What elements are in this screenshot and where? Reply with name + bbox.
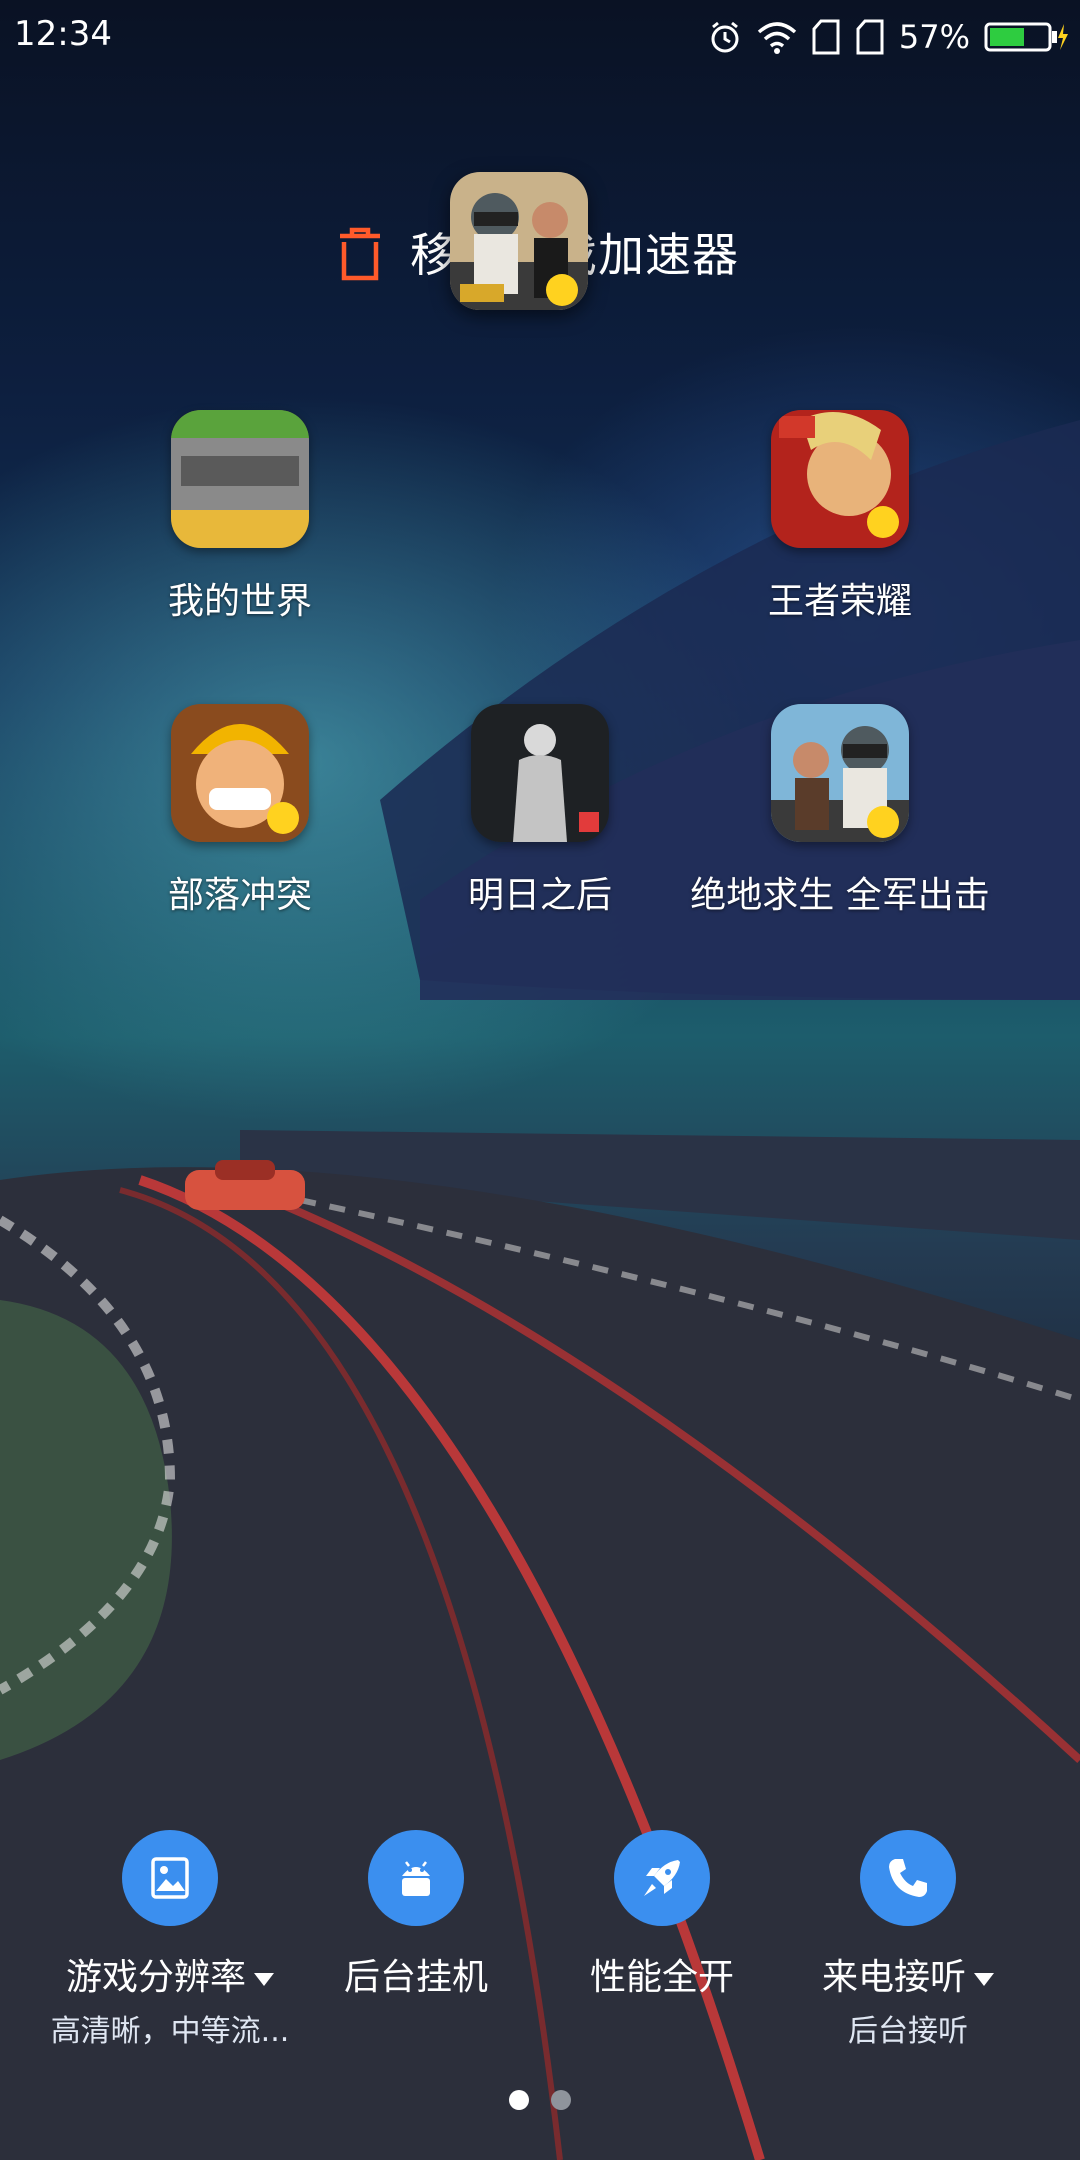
clash-of-clans-icon <box>171 704 309 842</box>
honor-of-kings-icon <box>771 410 909 548</box>
page-dot-2[interactable] <box>551 2090 571 2110</box>
rocket-icon <box>644 1860 680 1896</box>
background-hangup-label: 后台挂机 <box>343 1957 488 1998</box>
app-name: 部落冲突 <box>167 875 312 916</box>
dropdown-caret-icon <box>974 1972 994 1986</box>
performance-label: 性能全开 <box>589 1957 734 1998</box>
toolbar-performance[interactable]: 性能全开 <box>542 1830 782 2000</box>
page-dot-1[interactable] <box>509 2090 529 2110</box>
toolbar-resolution[interactable]: 游戏分辨率 高清晰，中等流... <box>50 1830 290 2050</box>
pubg-icon <box>450 172 588 310</box>
resolution-value: 高清晰，中等流... <box>50 2014 290 2049</box>
app-pubg[interactable]: 绝地求生 全军出击 <box>690 704 990 918</box>
lifeafter-icon <box>471 704 609 842</box>
app-name: 王者荣耀 <box>767 581 912 622</box>
app-name: 明日之后 <box>467 875 612 916</box>
battery-percent: 57% <box>898 18 970 56</box>
phone-icon <box>889 1859 927 1897</box>
app-honor-of-kings[interactable]: 王者荣耀 <box>690 410 990 624</box>
dragging-app-icon[interactable] <box>450 172 588 310</box>
incoming-call-label[interactable]: 来电接听 <box>788 1948 1028 2000</box>
app-minecraft[interactable]: 我的世界 <box>90 410 390 624</box>
game-accelerator-screen: 12:34 57% 我的世界 王者荣耀 部落冲突 明日之后 绝地求生 全军出击 … <box>0 0 1080 2160</box>
toolbar-incoming-call[interactable]: 来电接听 后台接听 <box>788 1830 1028 2050</box>
resolution-button[interactable] <box>122 1830 218 1926</box>
android-icon <box>402 1861 430 1896</box>
app-lifeafter[interactable]: 明日之后 <box>390 704 690 918</box>
trash-icon <box>340 227 380 281</box>
status-icons: 57% <box>707 14 1068 60</box>
alarm-icon <box>711 21 739 53</box>
status-bar: 12:34 57% <box>0 0 1080 74</box>
pubg-icon <box>771 704 909 842</box>
app-clash-of-clans[interactable]: 部落冲突 <box>90 704 390 918</box>
minecraft-icon <box>171 410 309 548</box>
battery-charging-icon <box>984 22 1068 52</box>
wifi-icon <box>757 22 797 54</box>
dropdown-caret-icon <box>254 1972 274 1986</box>
incoming-call-value: 后台接听 <box>848 2014 968 2049</box>
toolbar-background-hangup[interactable]: 后台挂机 <box>296 1830 536 2000</box>
app-name: 我的世界 <box>167 581 312 622</box>
performance-button[interactable] <box>614 1830 710 1926</box>
background-hangup-button[interactable] <box>368 1830 464 1926</box>
page-indicator <box>0 2090 1080 2110</box>
sim2-icon <box>856 19 884 55</box>
image-icon <box>151 1857 189 1899</box>
incoming-call-button[interactable] <box>860 1830 956 1926</box>
resolution-label[interactable]: 游戏分辨率 <box>50 1948 290 2000</box>
status-time: 12:34 <box>14 14 112 54</box>
sim1-icon <box>812 19 840 55</box>
app-name: 绝地求生 全军出击 <box>690 875 990 916</box>
